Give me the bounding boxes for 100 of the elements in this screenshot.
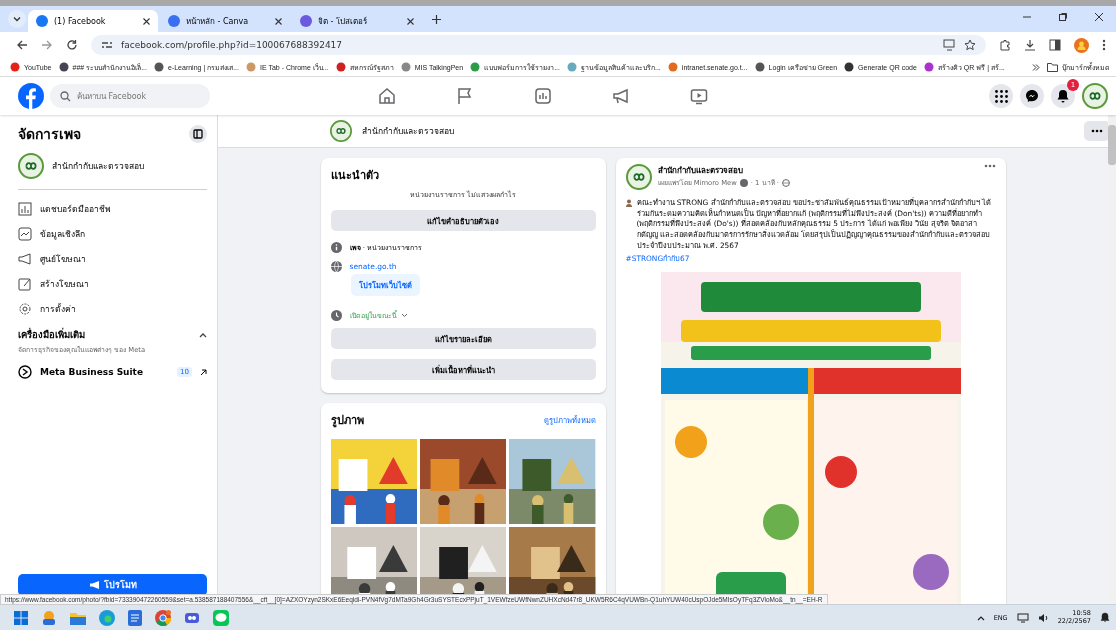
page-avatar[interactable]	[1082, 83, 1108, 109]
caret-icon	[400, 313, 408, 318]
site-icon	[300, 15, 312, 27]
sidebar-item[interactable]: สร้างโฆษณา	[18, 271, 207, 296]
close-icon[interactable]	[275, 17, 282, 25]
notepad-icon[interactable]	[128, 609, 142, 626]
megaphone-icon	[18, 251, 32, 266]
bell-icon[interactable]	[1100, 612, 1110, 623]
page-switcher[interactable]: สำนักกำกับและตรวจสอบ	[18, 153, 207, 179]
sidebar-icon	[193, 129, 203, 139]
external-link-icon	[200, 368, 207, 376]
site-icon	[844, 62, 855, 72]
globe-icon	[781, 178, 790, 187]
chrome-icon[interactable]	[155, 609, 171, 626]
close-icon[interactable]	[1094, 12, 1104, 22]
reload-icon[interactable]	[66, 39, 78, 51]
info-icon	[330, 242, 342, 253]
site-icon	[470, 62, 481, 72]
sidebar-item[interactable]: การตั้งค่า	[18, 296, 207, 321]
collapse-button[interactable]	[189, 125, 207, 143]
back-icon[interactable]	[16, 39, 28, 51]
edit-icon	[18, 276, 32, 291]
megaphone-icon	[88, 580, 100, 590]
page-avatar[interactable]	[330, 120, 352, 142]
browser-tab[interactable]: (1) Facebook	[28, 10, 158, 32]
grid-icon	[994, 89, 1008, 103]
site-icon	[58, 62, 69, 72]
page-avatar	[18, 153, 44, 179]
network-icon[interactable]	[1016, 612, 1029, 623]
facebook-logo[interactable]	[18, 83, 44, 109]
side-panel-icon[interactable]	[1049, 39, 1061, 51]
new-tab-icon[interactable]	[432, 14, 441, 24]
address-field[interactable]: facebook.com/profile.php?id=100067688392417	[91, 35, 986, 55]
site-icon	[400, 62, 411, 72]
video-icon[interactable]	[690, 87, 708, 105]
install-icon[interactable]	[943, 39, 956, 51]
card-title: รูปภาพ	[330, 413, 364, 429]
messenger-button[interactable]	[1020, 84, 1044, 108]
people-icon	[625, 199, 635, 207]
browser-tab[interactable]: หน้าหลัก - Canva	[160, 10, 290, 32]
search-field[interactable]: ค้นหาบน Facebook	[50, 84, 210, 108]
menu-button[interactable]	[989, 84, 1013, 108]
download-icon[interactable]	[1024, 39, 1036, 51]
site-icon	[335, 62, 346, 72]
play-circle-icon	[18, 365, 32, 379]
chevron-double-icon[interactable]	[1032, 63, 1040, 71]
close-icon[interactable]	[143, 17, 150, 25]
messenger-icon	[1025, 89, 1039, 103]
scrollbar[interactable]	[1108, 115, 1116, 604]
page-avatar[interactable]	[625, 164, 652, 190]
widgets-icon[interactable]	[41, 609, 57, 626]
site-icon	[246, 62, 256, 72]
restore-icon[interactable]	[1058, 12, 1068, 22]
menu-icon[interactable]	[1102, 39, 1106, 51]
close-icon[interactable]	[407, 17, 414, 25]
sidebar-title: จัดการเพจ	[18, 125, 81, 144]
tab-search-button[interactable]	[8, 10, 26, 28]
star-icon[interactable]	[964, 39, 976, 51]
site-icon	[567, 62, 577, 72]
sidebar-item[interactable]: แดชบอร์ดมืออาชีพ	[18, 196, 207, 221]
more-button[interactable]	[1084, 121, 1110, 141]
more-icon	[1091, 129, 1103, 133]
site-icon	[754, 62, 765, 72]
site-icon	[923, 62, 934, 72]
collapse-icon[interactable]	[199, 331, 207, 338]
folder-icon[interactable]	[70, 610, 86, 625]
clock-icon	[330, 310, 342, 321]
chart-icon	[18, 201, 32, 216]
notifications-button[interactable]	[1051, 84, 1075, 108]
sidebar-item[interactable]: ข้อมูลเชิงลึก	[18, 221, 207, 246]
more-icon[interactable]	[983, 164, 996, 168]
chevron-up-icon[interactable]	[976, 614, 985, 621]
site-icon	[36, 15, 48, 27]
megaphone-icon[interactable]	[612, 87, 630, 105]
post-author[interactable]: สำนักกำกับและตรวจสอบ	[657, 164, 790, 177]
tune-icon[interactable]	[101, 40, 113, 50]
folder-icon	[1047, 62, 1058, 72]
insights-icon	[18, 226, 32, 241]
profile-avatar[interactable]	[1074, 37, 1089, 53]
browser-tab[interactable]: จิต - โปสเตอร์	[292, 10, 422, 32]
site-icon	[168, 15, 180, 27]
site-icon	[667, 62, 678, 72]
pages-icon[interactable]	[534, 87, 552, 105]
globe-icon	[330, 261, 342, 272]
flag-icon[interactable]	[456, 87, 474, 105]
site-icon	[154, 62, 164, 72]
start-icon[interactable]	[14, 610, 28, 625]
caret-icon	[12, 14, 22, 24]
forward-icon[interactable]	[41, 39, 53, 51]
card-title: แนะนำตัว	[330, 168, 380, 184]
home-icon[interactable]	[378, 87, 396, 105]
page-name: สำนักกำกับและตรวจสอบ	[362, 125, 454, 138]
promote-button[interactable]: โปรโมท	[18, 574, 207, 596]
sidebar-item[interactable]: ศูนย์โฆษณา	[18, 246, 207, 271]
speaker-icon[interactable]	[1037, 612, 1049, 623]
extensions-icon[interactable]	[999, 39, 1011, 51]
site-icon	[10, 62, 20, 72]
section-title: เครื่องมือเพิ่มเติม	[18, 327, 85, 342]
settings-icon	[18, 301, 32, 316]
bell-icon	[1056, 89, 1070, 103]
